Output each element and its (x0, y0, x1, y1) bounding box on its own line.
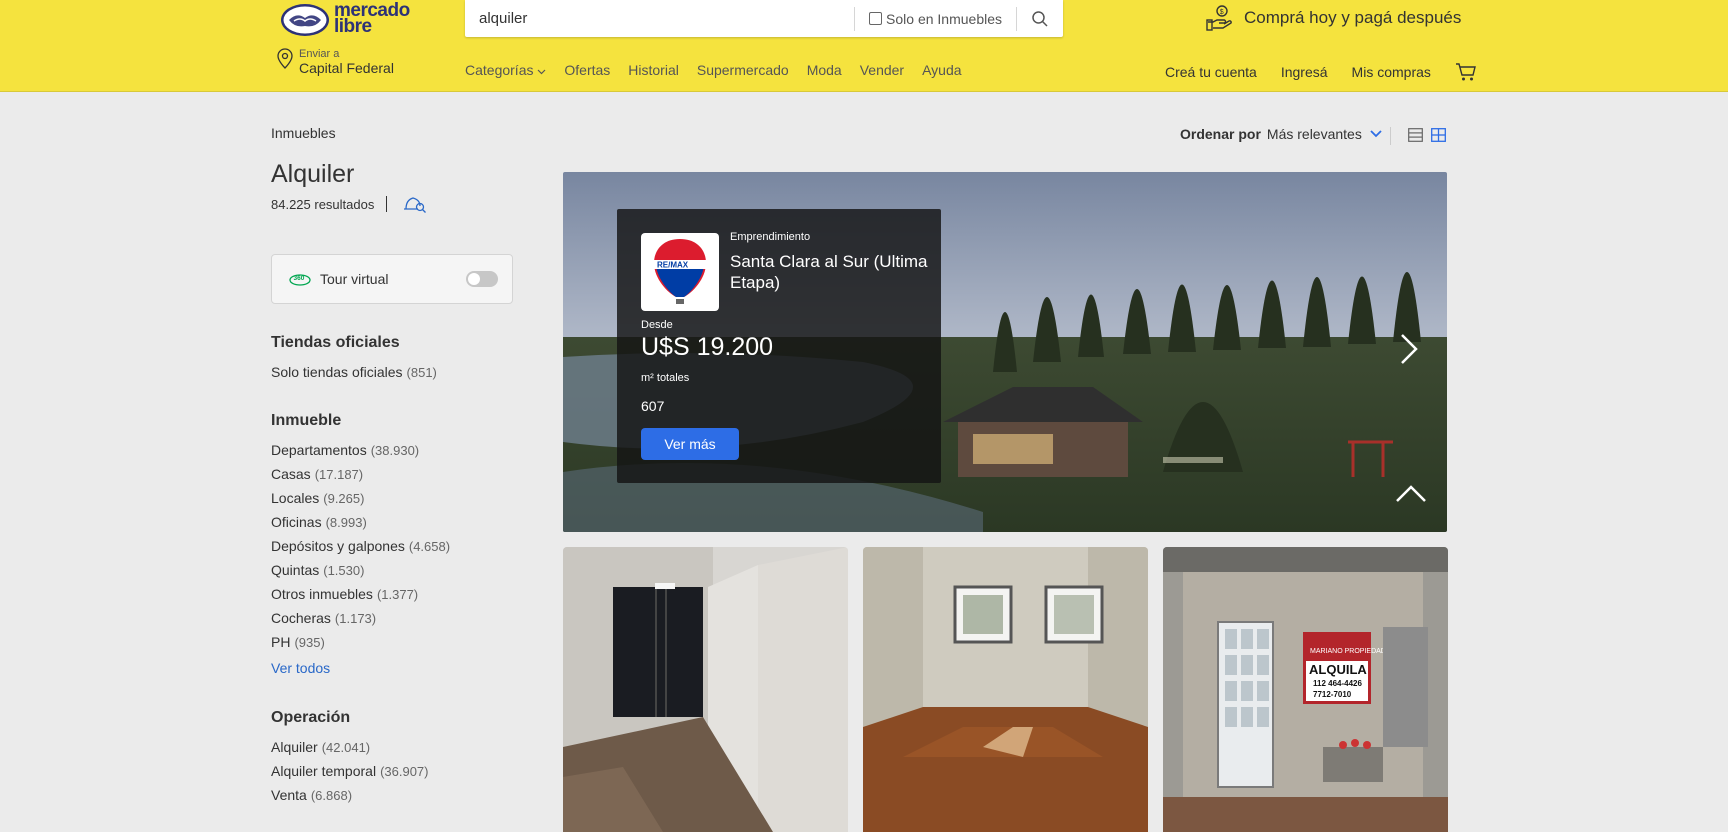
filter-item[interactable]: Venta (6.868) (271, 787, 428, 811)
results-text: 84.225 resultados (271, 196, 375, 212)
location-label: Enviar a (299, 48, 340, 60)
nav-ayuda[interactable]: Ayuda (922, 62, 961, 78)
grid-view-icon[interactable] (1431, 128, 1446, 142)
filter-item[interactable]: Alquiler (42.041) (271, 739, 428, 763)
banner-info-card: RE/MAX Emprendimiento Santa Clara al Sur… (617, 209, 941, 483)
location-pin-icon (277, 48, 293, 69)
listing-photo (563, 547, 848, 832)
tour-virtual-toggle[interactable] (466, 271, 498, 287)
banner-tag: Emprendimiento (730, 231, 811, 243)
logo-text-line2: libre (334, 16, 372, 37)
view-more-button[interactable]: Ver más (641, 428, 739, 460)
tour-virtual-label: Tour virtual (320, 271, 389, 287)
category-filter-checkbox[interactable] (869, 12, 883, 25)
sort-value: Más relevantes (1266, 126, 1362, 142)
tour-360-icon: 360 (289, 274, 311, 286)
view-all-link[interactable]: Ver todos (271, 660, 450, 676)
filter-item[interactable]: Casas (17.187) (271, 466, 450, 490)
listing-card-1[interactable] (563, 547, 848, 832)
breadcrumb[interactable]: Inmuebles (271, 125, 336, 141)
banner-price: U$S 19.200 (641, 333, 774, 361)
results-divider (386, 196, 388, 212)
listing-card-3[interactable]: MARIANO PROPIEDADES ALQUILA 112 464-4426… (1163, 547, 1448, 832)
list-view-icon[interactable] (1408, 128, 1423, 142)
search-button[interactable] (1017, 0, 1063, 37)
remax-logo: RE/MAX (641, 233, 719, 311)
featured-banner[interactable]: RE/MAX Emprendimiento Santa Clara al Sur… (563, 172, 1447, 532)
hand-coin-icon: $ (1206, 5, 1232, 31)
filter-group-operacion: Operación Alquiler (42.041) Alquiler temp… (271, 709, 428, 811)
filter-group-tiendas: Tiendas oficiales Solo tiendas oficiales… (271, 334, 437, 388)
category-filter-label: Solo en Inmuebles (886, 10, 1002, 27)
sign-title: ALQUILA (1309, 662, 1367, 677)
filter-title-operacion: Operación (271, 709, 351, 726)
chevron-down-icon (537, 69, 546, 75)
filter-title-tiendas: Tiendas oficiales (271, 334, 400, 351)
chevron-up-icon[interactable] (1395, 484, 1427, 504)
account-nav: Creá tu cuenta Ingresá Mis compras (1165, 62, 1477, 82)
handshake-logo-icon (281, 4, 329, 36)
nav-historial[interactable]: Historial (628, 62, 679, 78)
svg-text:RE/MAX: RE/MAX (657, 261, 689, 270)
header: mercado libre Solo en Inmuebles $ Comprá… (0, 0, 1728, 92)
area-value: 607 (641, 398, 665, 414)
remax-balloon-icon: RE/MAX (654, 239, 706, 304)
filter-item[interactable]: Cocheras (1.173) (271, 610, 450, 634)
search-bar: Solo en Inmuebles (465, 0, 1063, 37)
filter-group-inmueble: Inmueble Departamentos (38.930) Casas (17.… (271, 412, 450, 676)
listing-photo (863, 547, 1148, 832)
main-nav: Categorías Ofertas Historial Supermercad… (465, 62, 962, 78)
listing-photo: MARIANO PROPIEDADES ALQUILA 112 464-4426… (1163, 547, 1448, 832)
nav-vender[interactable]: Vender (860, 62, 904, 78)
cart-icon[interactable] (1455, 62, 1477, 82)
filter-item[interactable]: Quintas (1.530) (271, 562, 450, 586)
search-input[interactable] (465, 0, 855, 37)
filter-item[interactable]: Departamentos (38.930) (271, 442, 450, 466)
filter-item[interactable]: Locales (9.265) (271, 490, 450, 514)
mercadolibre-logo[interactable]: mercado libre (280, 0, 410, 38)
filter-item[interactable]: Alquiler temporal (36.907) (271, 763, 428, 787)
filter-item[interactable]: Depósitos y galpones (4.658) (271, 538, 450, 562)
save-search-icon[interactable] (403, 195, 427, 213)
filter-item[interactable]: Solo tiendas oficiales (851) (271, 364, 437, 388)
my-purchases-link[interactable]: Mis compras (1352, 64, 1431, 80)
login-link[interactable]: Ingresá (1281, 64, 1328, 80)
sign-phone-1: 112 464-4426 (1313, 679, 1362, 688)
chevron-right-icon[interactable] (1399, 332, 1419, 366)
nav-moda[interactable]: Moda (807, 62, 842, 78)
listing-card-2[interactable] (863, 547, 1148, 832)
sort-selector[interactable]: Ordenar por Más relevantes (1180, 126, 1382, 142)
category-filter[interactable]: Solo en Inmuebles (855, 11, 1016, 27)
nav-supermercado[interactable]: Supermercado (697, 62, 789, 78)
view-divider (1390, 127, 1391, 145)
nav-categorias[interactable]: Categorías (465, 62, 546, 78)
view-toggle (1408, 128, 1446, 142)
chevron-down-icon (1370, 130, 1382, 138)
area-label: m² totales (641, 372, 690, 384)
price-label: Desde (641, 319, 673, 331)
sort-label: Ordenar por (1180, 126, 1261, 142)
sign-header: MARIANO PROPIEDADES (1310, 648, 1396, 655)
create-account-link[interactable]: Creá tu cuenta (1165, 64, 1257, 80)
filter-title-inmueble: Inmueble (271, 412, 342, 429)
location-selector[interactable]: Enviar a Capital Federal (276, 48, 394, 76)
results-count: 84.225 resultados (271, 195, 427, 213)
promo-text: Comprá hoy y pagá después (1244, 8, 1462, 27)
filter-item[interactable]: PH (935) (271, 634, 450, 658)
location-value: Capital Federal (299, 60, 394, 76)
page-title: Alquiler (271, 160, 355, 188)
svg-text:$: $ (1220, 9, 1224, 16)
nav-ofertas[interactable]: Ofertas (564, 62, 610, 78)
filter-item[interactable]: Oficinas (8.993) (271, 514, 450, 538)
search-icon (1032, 10, 1048, 27)
sign-phone-2: 7712-7010 (1313, 690, 1352, 699)
svg-text:360: 360 (294, 275, 305, 282)
filter-item[interactable]: Otros inmuebles (1.377) (271, 586, 450, 610)
promo-banner[interactable]: $ Comprá hoy y pagá después (1206, 4, 1461, 32)
banner-title: Santa Clara al Sur (Ultima Etapa) (730, 252, 928, 292)
tour-virtual-filter: 360 Tour virtual (271, 254, 513, 304)
